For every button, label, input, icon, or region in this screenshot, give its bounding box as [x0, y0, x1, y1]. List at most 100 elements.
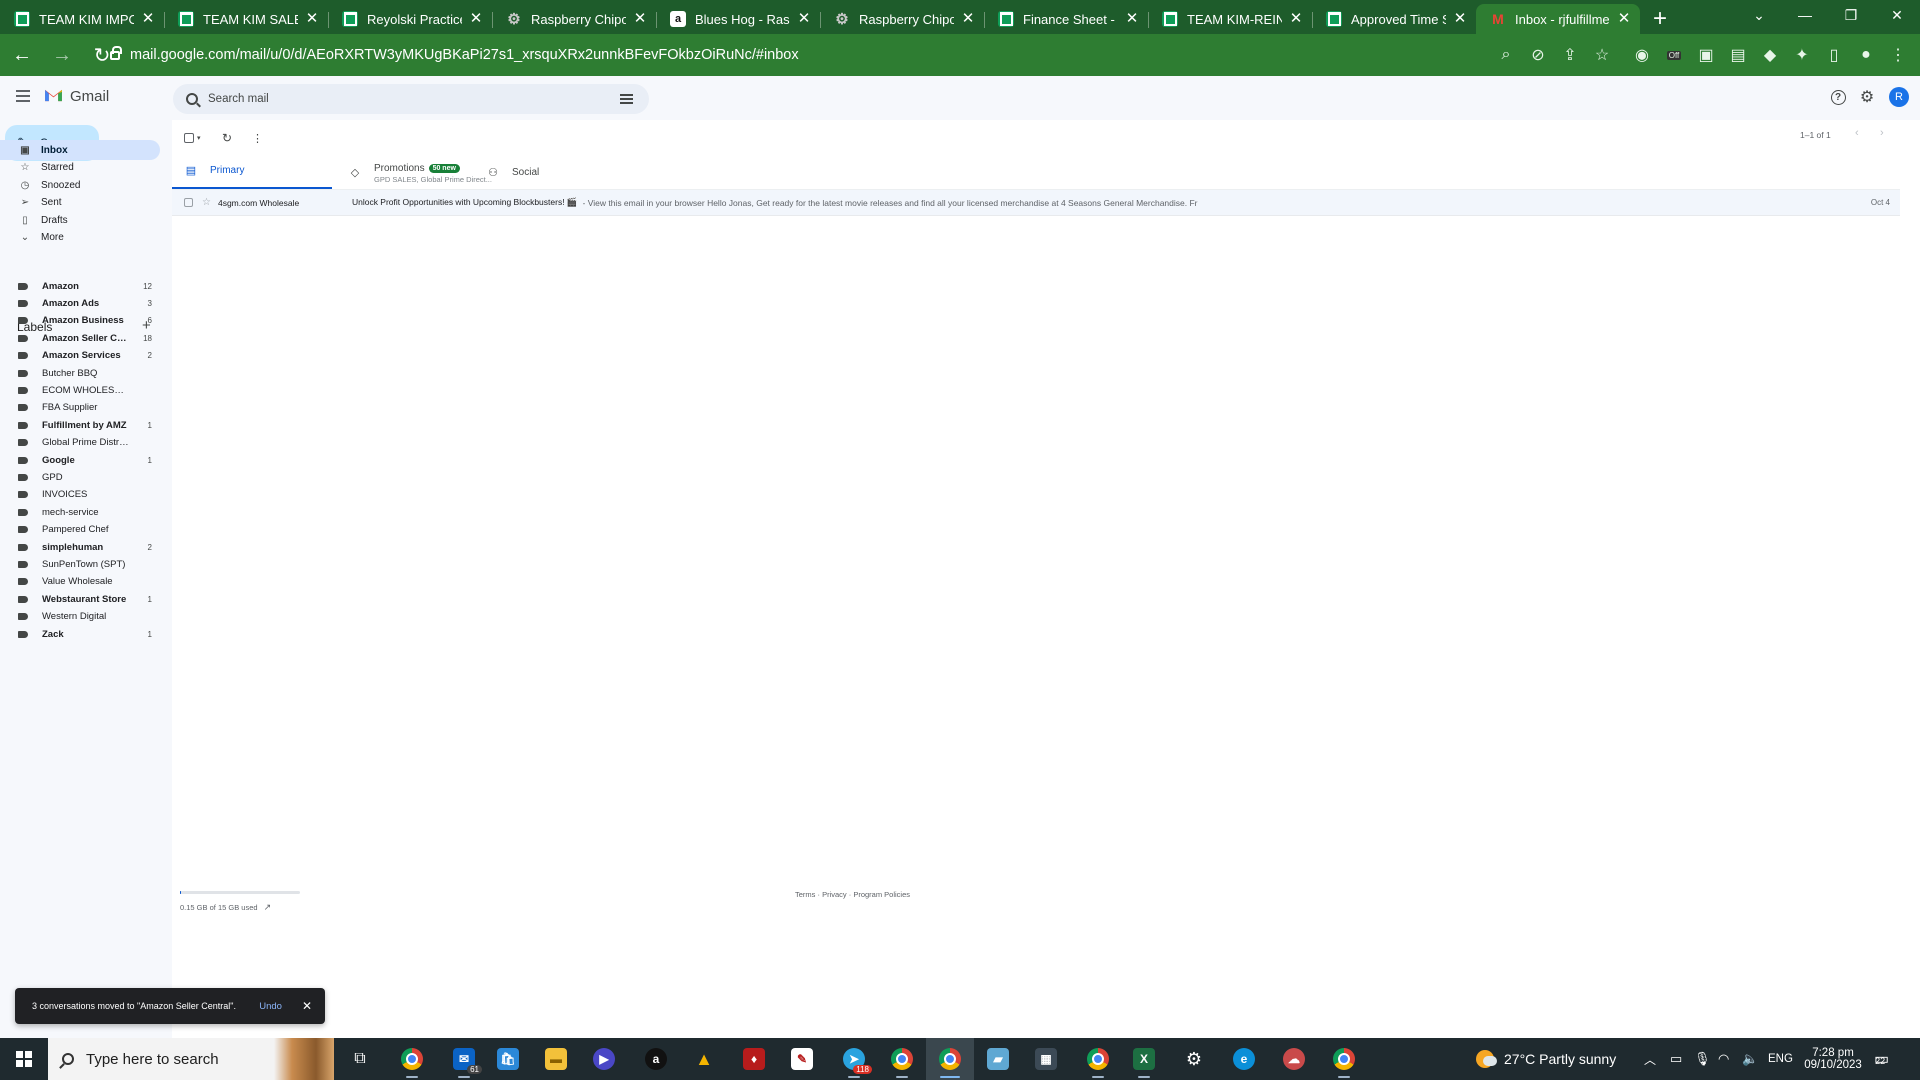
chrome-profile-5-icon[interactable]: [1320, 1038, 1368, 1080]
volume-icon[interactable]: 🔈: [1742, 1038, 1758, 1080]
label-item[interactable]: mech-service: [0, 503, 160, 521]
back-button[interactable]: ←: [4, 37, 40, 73]
tab-primary[interactable]: ▤ Primary: [172, 154, 332, 190]
close-tab-icon[interactable]: ✕: [468, 11, 484, 27]
chart-extension-icon[interactable]: ▤: [1724, 41, 1752, 69]
close-snackbar-icon[interactable]: ✕: [302, 999, 312, 1013]
label-item[interactable]: Fulfillment by AMZ 1: [0, 416, 160, 434]
close-tab-icon[interactable]: ✕: [960, 11, 976, 27]
address-bar[interactable]: mail.google.com/mail/u/0/d/AEoRXRTW3yMKU…: [106, 38, 1606, 72]
media-app-icon[interactable]: ▶: [580, 1038, 628, 1080]
close-tab-icon[interactable]: ✕: [1452, 11, 1468, 27]
email-checkbox[interactable]: [184, 198, 193, 207]
search-input[interactable]: [208, 93, 619, 105]
extensions-puzzle-icon[interactable]: ✦: [1788, 41, 1816, 69]
browser-tab[interactable]: TEAM KIM IMPORT ✕: [0, 4, 164, 34]
browser-tab[interactable]: TEAM KIM SALES F ✕: [164, 4, 328, 34]
account-avatar[interactable]: R: [1889, 87, 1909, 107]
notes-app-icon[interactable]: ▰: [974, 1038, 1022, 1080]
label-item[interactable]: Butcher BBQ: [0, 364, 160, 382]
browser-tab[interactable]: Reyolski Practice F ✕: [328, 4, 492, 34]
notification-center-icon[interactable]: ▭ 22: [1874, 1038, 1889, 1080]
footer-links[interactable]: Terms · Privacy · Program Policies: [795, 890, 910, 899]
browser-tab[interactable]: TEAM KIM-REINE ✕: [1148, 4, 1312, 34]
share-icon[interactable]: ⇪: [1556, 41, 1584, 69]
google-extension-icon[interactable]: ◉: [1628, 41, 1656, 69]
close-tab-icon[interactable]: ✕: [140, 11, 156, 27]
search-options-icon[interactable]: [619, 92, 637, 106]
show-hidden-icons-chevron-icon[interactable]: ︿: [1644, 1038, 1656, 1080]
label-item[interactable]: Western Digital: [0, 608, 160, 626]
task-view-icon[interactable]: ⧉: [336, 1038, 384, 1080]
label-item[interactable]: GPD: [0, 468, 160, 486]
calculator-app-icon[interactable]: ▦: [1022, 1038, 1070, 1080]
bookmark-star-icon[interactable]: ☆: [1588, 41, 1616, 69]
label-item[interactable]: Amazon Seller Ce... 18: [0, 329, 160, 347]
label-item[interactable]: Zack 1: [0, 625, 160, 643]
label-item[interactable]: Value Wholesale: [0, 573, 160, 591]
browser-tab[interactable]: ⚙ Raspberry Chipotl ✕: [492, 4, 656, 34]
minimize-button[interactable]: —: [1782, 0, 1828, 30]
notepad-app-icon[interactable]: ✎: [778, 1038, 826, 1080]
browser-tab[interactable]: Finance Sheet - a1 ✕: [984, 4, 1148, 34]
close-tab-icon[interactable]: ✕: [796, 11, 812, 27]
excel-app-icon[interactable]: X: [1120, 1038, 1168, 1080]
install-app-icon[interactable]: ⊘: [1524, 41, 1552, 69]
open-external-icon[interactable]: ↗: [264, 902, 272, 913]
label-item[interactable]: Amazon Business 6: [0, 312, 160, 330]
zoom-icon[interactable]: ⌕: [1492, 41, 1520, 69]
amazon-app-icon[interactable]: a: [632, 1038, 680, 1080]
tab-search-icon[interactable]: ⌄: [1736, 0, 1782, 30]
side-panel-icon[interactable]: ▯: [1820, 41, 1848, 69]
microphone-icon[interactable]: 🎙: [1694, 1038, 1711, 1080]
label-item[interactable]: Global Prime Distributor: [0, 434, 160, 452]
label-item[interactable]: SunPenTown (SPT): [0, 555, 160, 573]
label-item[interactable]: Webstaurant Store 1: [0, 590, 160, 608]
input-language[interactable]: ENG: [1768, 1038, 1793, 1080]
chrome-app-icon[interactable]: [388, 1038, 436, 1080]
extension-off-icon[interactable]: Off: [1660, 41, 1688, 69]
close-tab-icon[interactable]: ✕: [1288, 11, 1304, 27]
restore-button[interactable]: ❐: [1828, 0, 1874, 30]
chrome-profile-3-icon[interactable]: [926, 1038, 974, 1080]
label-item[interactable]: FBA Supplier: [0, 399, 160, 417]
label-item[interactable]: INVOICES: [0, 486, 160, 504]
star-icon[interactable]: ☆: [202, 197, 211, 208]
meet-now-icon[interactable]: ▭: [1670, 1038, 1682, 1080]
fba-extension-icon[interactable]: ▣: [1692, 41, 1720, 69]
search-icon[interactable]: [186, 93, 198, 105]
newer-chevron-left-icon[interactable]: ‹: [1855, 127, 1859, 139]
close-tab-icon[interactable]: ✕: [1124, 11, 1140, 27]
chrome-profile-4-icon[interactable]: [1074, 1038, 1122, 1080]
settings-gear-icon[interactable]: ⚙: [1858, 88, 1876, 106]
undo-button[interactable]: Undo: [259, 1001, 282, 1012]
label-item[interactable]: simplehuman 2: [0, 538, 160, 556]
store-app-icon[interactable]: 🛍: [484, 1038, 532, 1080]
forward-button[interactable]: →: [44, 37, 80, 73]
weather-widget[interactable]: 27°C Partly sunny: [1476, 1038, 1616, 1080]
support-icon[interactable]: ?: [1829, 88, 1847, 106]
wifi-icon[interactable]: ◠: [1718, 1038, 1729, 1080]
close-tab-icon[interactable]: ✕: [304, 11, 320, 27]
chrome-profile-2-icon[interactable]: [878, 1038, 926, 1080]
game-app-icon[interactable]: ♦: [730, 1038, 778, 1080]
profile-icon[interactable]: ●: [1852, 41, 1880, 69]
nav-item-more[interactable]: ⌄ More: [0, 228, 160, 248]
older-chevron-right-icon[interactable]: ›: [1880, 127, 1884, 139]
label-item[interactable]: ECOM WHOLESALE: [0, 381, 160, 399]
browser-menu-icon[interactable]: ⋮: [1884, 41, 1912, 69]
label-item[interactable]: Pampered Chef: [0, 521, 160, 539]
tab-social[interactable]: ⚇ Social: [474, 154, 634, 190]
email-row[interactable]: ☆ 4sgm.com Wholesale Unlock Profit Opportu…: [172, 190, 1900, 216]
edge-app-icon[interactable]: e: [1220, 1038, 1268, 1080]
mail-app-icon[interactable]: ✉ 61: [440, 1038, 488, 1080]
start-button[interactable]: [0, 1038, 48, 1080]
select-all-checkbox[interactable]: ▾: [184, 130, 201, 146]
more-options-icon[interactable]: ⋮: [252, 130, 263, 146]
close-window-button[interactable]: ✕: [1874, 0, 1920, 30]
browser-tab[interactable]: M Inbox - rjfulfillmen ✕: [1476, 4, 1640, 34]
weather-app-icon[interactable]: ☁: [1270, 1038, 1318, 1080]
label-item[interactable]: Amazon Services 2: [0, 347, 160, 365]
browser-tab[interactable]: Approved Time St ✕: [1312, 4, 1476, 34]
google-drive-icon[interactable]: ▲: [680, 1038, 728, 1080]
